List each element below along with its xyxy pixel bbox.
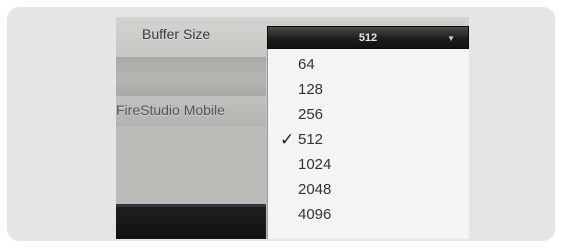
buffer-size-dropdown: 64 128 256 ✓ 512 1024 2048 4096 [267, 49, 469, 239]
dropdown-option-4096[interactable]: 4096 [298, 203, 331, 227]
buffer-size-label: Buffer Size [142, 26, 211, 42]
panel-bottom-accent [116, 204, 266, 207]
panel-bottom-bar [116, 204, 266, 239]
dropdown-option-2048[interactable]: 2048 [298, 178, 331, 202]
chevron-down-icon[interactable]: ▼ [447, 34, 455, 43]
panel-lower-body [116, 126, 266, 204]
dropdown-option-64[interactable]: 64 [298, 53, 315, 77]
buffer-size-select[interactable]: 512 ▼ [267, 26, 469, 49]
device-name-label: FireStudio Mobile [116, 102, 225, 118]
audio-settings-panel: Buffer Size FireStudio Mobile 512 ▼ 64 1… [116, 17, 469, 239]
dropdown-option-1024[interactable]: 1024 [298, 153, 331, 177]
buffer-size-selected-value: 512 [358, 31, 378, 44]
checkmark-icon: ✓ [280, 130, 295, 149]
dropdown-option-512[interactable]: 512 [298, 128, 323, 152]
dropdown-option-256[interactable]: 256 [298, 103, 323, 127]
dropdown-option-128[interactable]: 128 [298, 78, 323, 102]
